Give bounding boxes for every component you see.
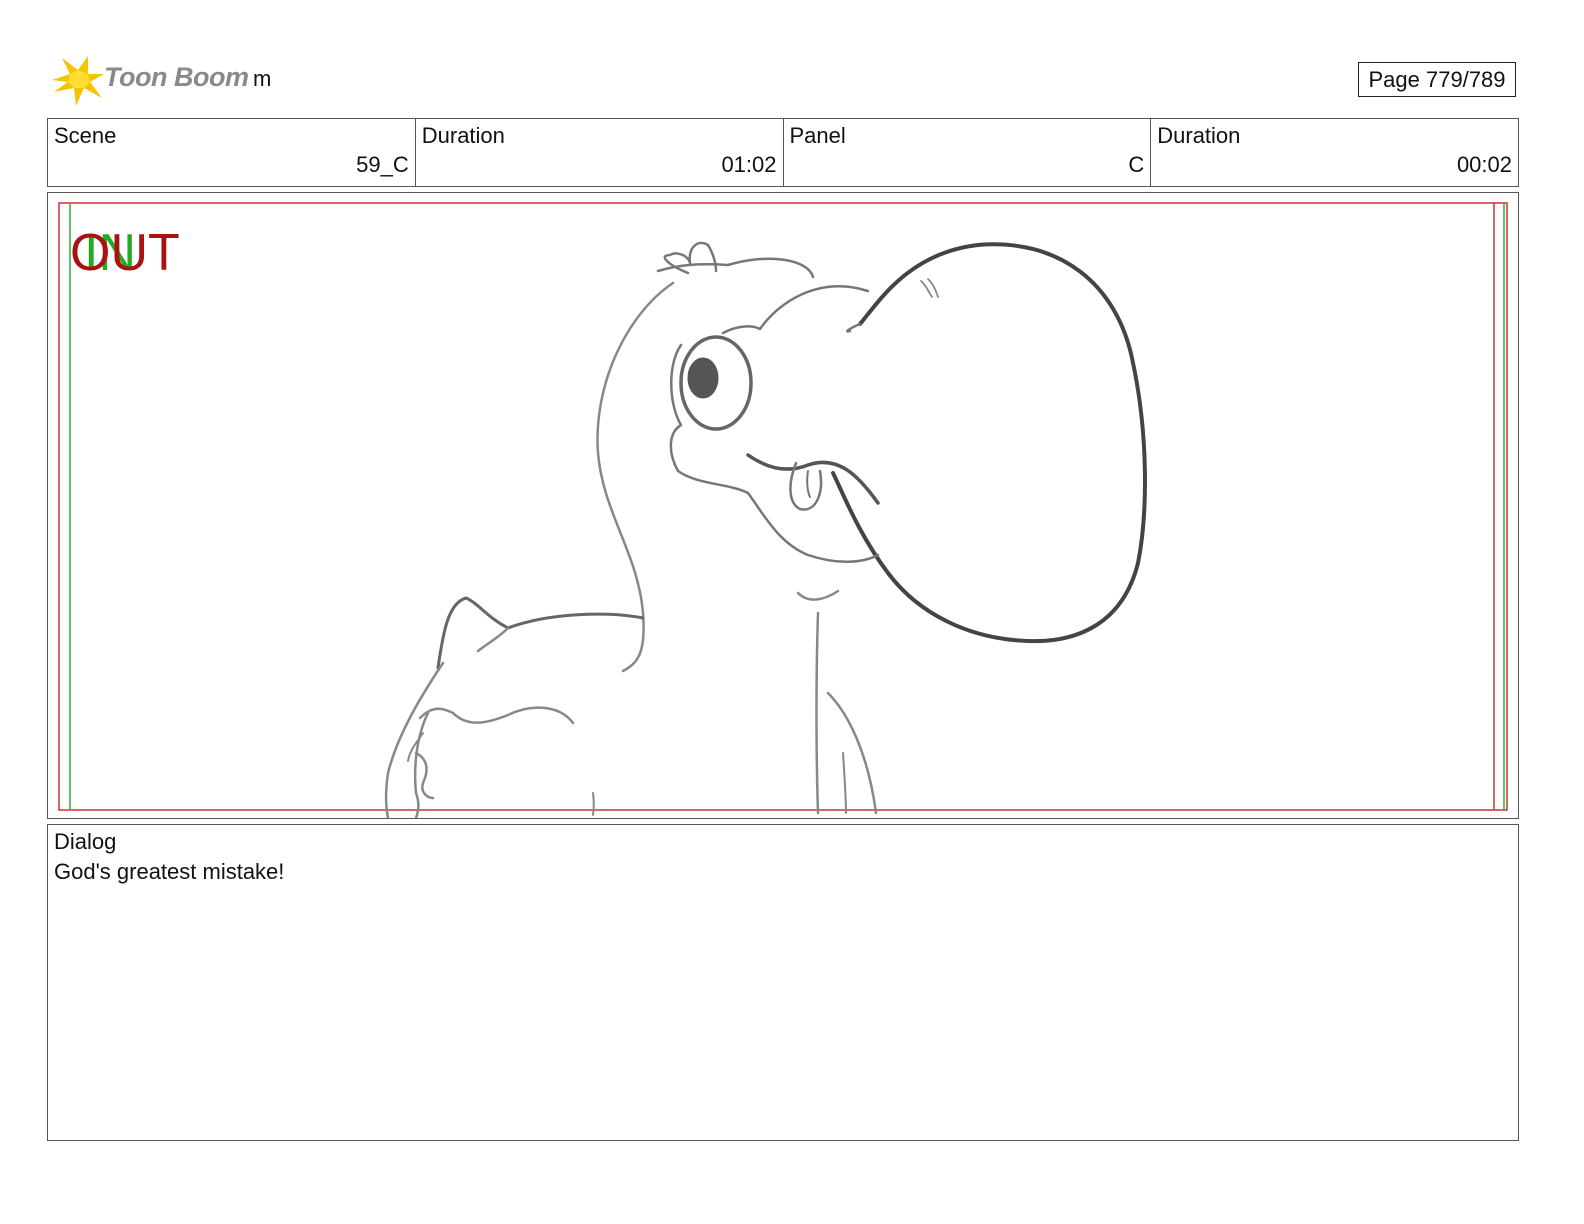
scene-value: 59_C	[356, 152, 409, 177]
panel-duration-value: 00:02	[1456, 152, 1512, 177]
panel-cell: Panel C	[784, 119, 1152, 186]
panel-label: Panel	[789, 123, 846, 148]
safe-frame	[58, 202, 1508, 811]
storyboard-panel: IN OUT	[58, 202, 1508, 818]
panel-duration-cell: Duration 00:02	[1151, 119, 1518, 186]
toon-boom-logo: Toon Boom	[48, 52, 249, 108]
dialog-label: Dialog	[54, 829, 117, 854]
starburst-icon	[52, 56, 104, 106]
dialog-box: Dialog God's greatest mistake!	[47, 824, 1519, 1141]
panel-image-frame: IN OUT	[47, 192, 1519, 819]
page-indicator: Page 779/789	[1358, 62, 1516, 97]
scene-cell: Scene 59_C	[48, 119, 416, 186]
panel-value: C	[1128, 152, 1145, 177]
scene-duration-value: 01:02	[721, 152, 777, 177]
out-marker: OUT	[70, 224, 180, 282]
scene-label: Scene	[54, 123, 117, 148]
scene-duration-cell: Duration 01:02	[416, 119, 784, 186]
dialog-text: God's greatest mistake!	[54, 859, 285, 884]
info-table: Scene 59_C Duration 01:02 Panel C Durati…	[47, 118, 1519, 187]
scene-duration-label: Duration	[421, 123, 505, 148]
logo-text: Toon Boom	[104, 62, 249, 92]
character-sketch	[384, 241, 1147, 818]
project-name: m	[253, 66, 272, 91]
panel-duration-label: Duration	[1157, 123, 1241, 148]
